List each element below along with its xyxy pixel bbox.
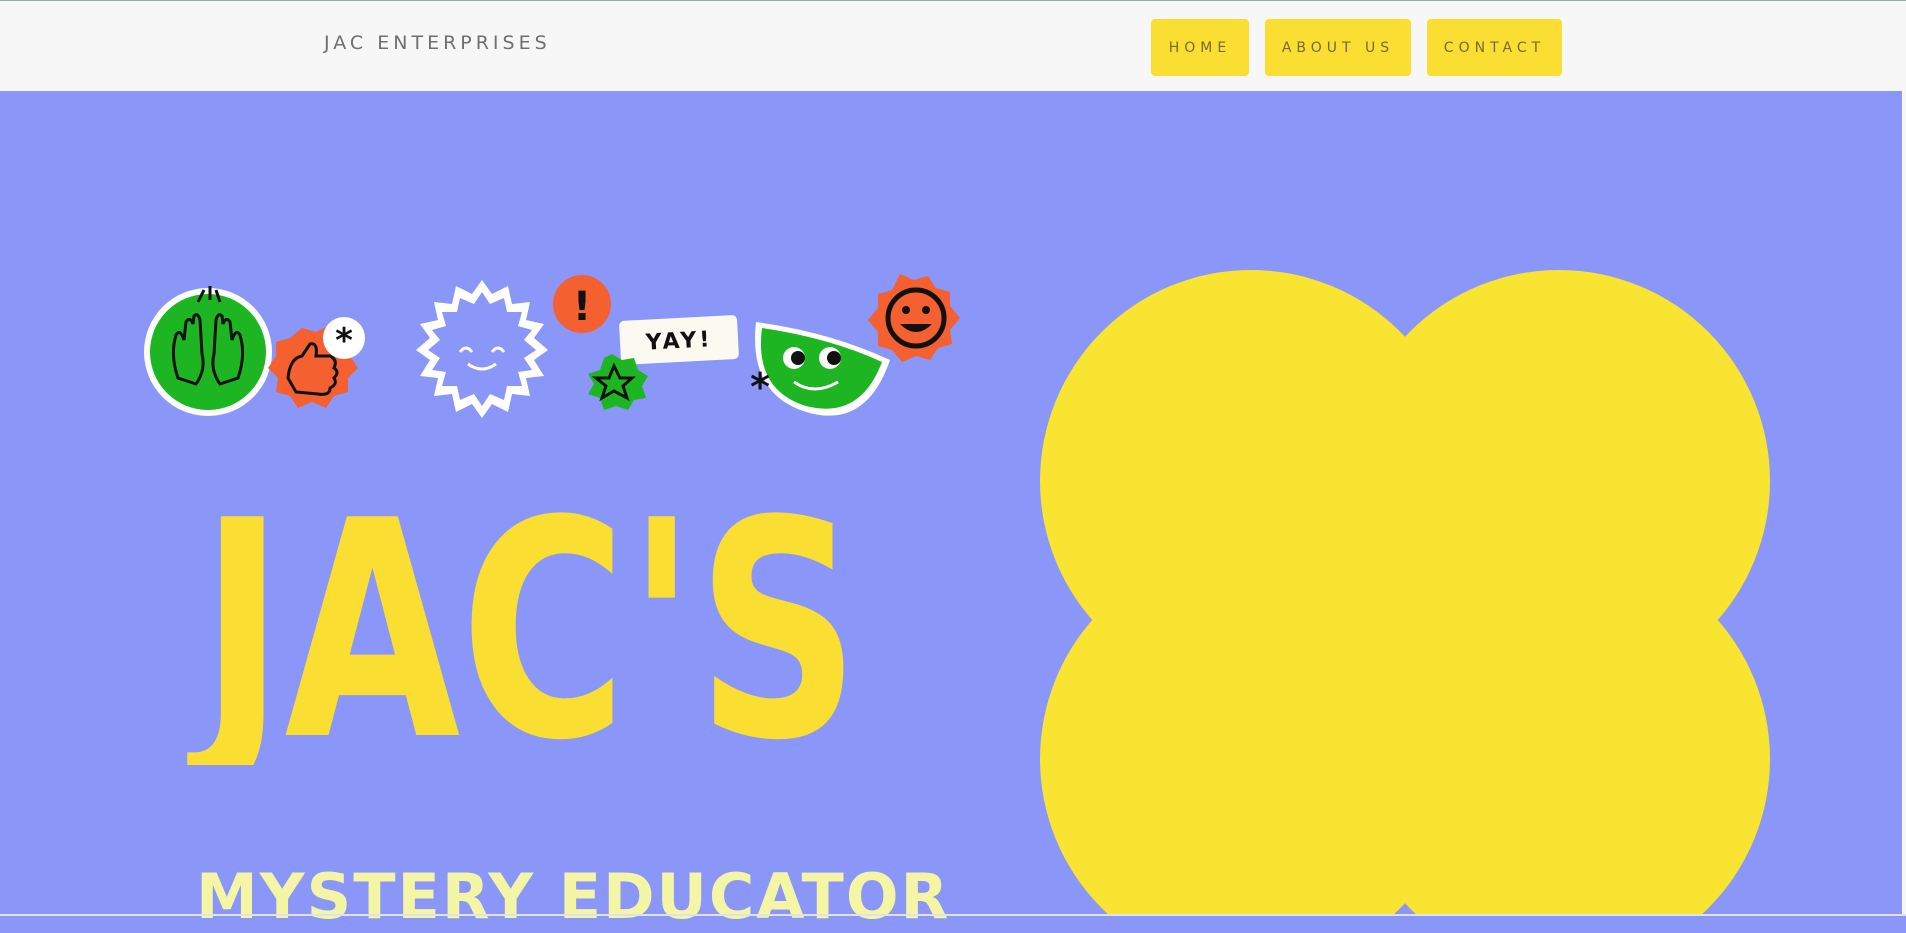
clapping-hands-sticker-icon	[144, 286, 272, 416]
sticker-illustrations: * ! YAY! *	[144, 274, 960, 418]
hero-headline: JAC'S	[186, 485, 860, 765]
top-navigation-bar: JAC ENTERPRISES HOME ABOUT US CONTACT	[0, 0, 1906, 91]
exclamation-sticker-icon: !	[553, 275, 611, 333]
svg-text:*: *	[335, 321, 353, 361]
svg-text:!: !	[573, 284, 591, 330]
smiley-face-sticker-icon	[868, 274, 960, 362]
yellow-flower-shape	[1040, 270, 1770, 916]
scrollbar-gutter	[1902, 91, 1906, 916]
yay-label-sticker: YAY!	[619, 315, 739, 365]
smiling-sun-sticker-icon	[416, 280, 548, 418]
svg-text:YAY!: YAY!	[644, 327, 713, 356]
brand-logo-text[interactable]: JAC ENTERPRISES	[324, 32, 551, 54]
nav-home-button[interactable]: HOME	[1151, 19, 1249, 76]
nav-about-us-button[interactable]: ABOUT US	[1265, 19, 1411, 76]
hero-subtitle: MYSTERY EDUCATOR	[196, 860, 951, 933]
happy-face-half-circle-sticker-icon	[755, 322, 890, 416]
nav-contact-button[interactable]: CONTACT	[1427, 19, 1562, 76]
asterisk-black-icon: *	[750, 365, 770, 409]
headline-text: JAC'S	[186, 485, 860, 765]
